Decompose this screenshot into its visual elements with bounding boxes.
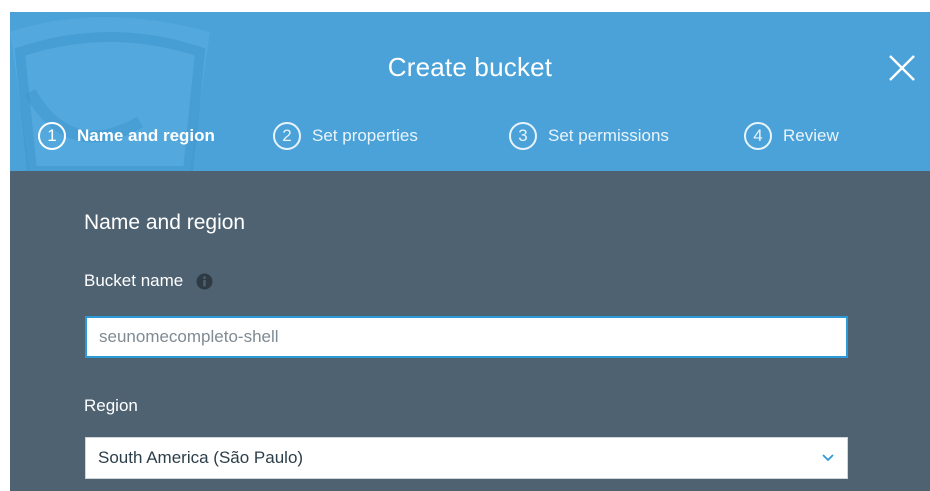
step-label: Set permissions	[548, 126, 669, 145]
step-label: Review	[783, 126, 839, 145]
bucket-name-input[interactable]	[85, 316, 848, 358]
bucket-name-label: Bucket name	[84, 271, 184, 290]
step-number: 4	[744, 122, 772, 150]
bucket-name-label-row: Bucket name	[84, 271, 213, 291]
step-label: Set properties	[312, 126, 418, 145]
wizard-steps: 1 Name and region 2 Set properties 3 Set…	[38, 119, 918, 153]
create-bucket-modal: Create bucket 1 Name and region 2 Set pr…	[10, 12, 930, 491]
modal-title: Create bucket	[387, 52, 553, 82]
step-number: 1	[38, 122, 66, 150]
region-selected-value: South America (São Paulo)	[98, 448, 304, 467]
chevron-down-icon	[822, 454, 834, 462]
step-set-permissions[interactable]: 3 Set permissions	[509, 119, 669, 153]
step-label: Name and region	[77, 126, 215, 145]
section-title: Name and region	[84, 211, 246, 234]
step-number: 3	[509, 122, 537, 150]
modal-header: Create bucket 1 Name and region 2 Set pr…	[10, 12, 930, 171]
step-review[interactable]: 4 Review	[744, 119, 839, 153]
region-label: Region	[84, 396, 138, 415]
step-set-properties[interactable]: 2 Set properties	[273, 119, 418, 153]
info-icon[interactable]	[196, 273, 213, 290]
close-icon[interactable]	[886, 52, 918, 84]
step-name-and-region[interactable]: 1 Name and region	[38, 119, 215, 153]
step-number: 2	[273, 122, 301, 150]
region-select[interactable]: South America (São Paulo)	[85, 437, 848, 479]
